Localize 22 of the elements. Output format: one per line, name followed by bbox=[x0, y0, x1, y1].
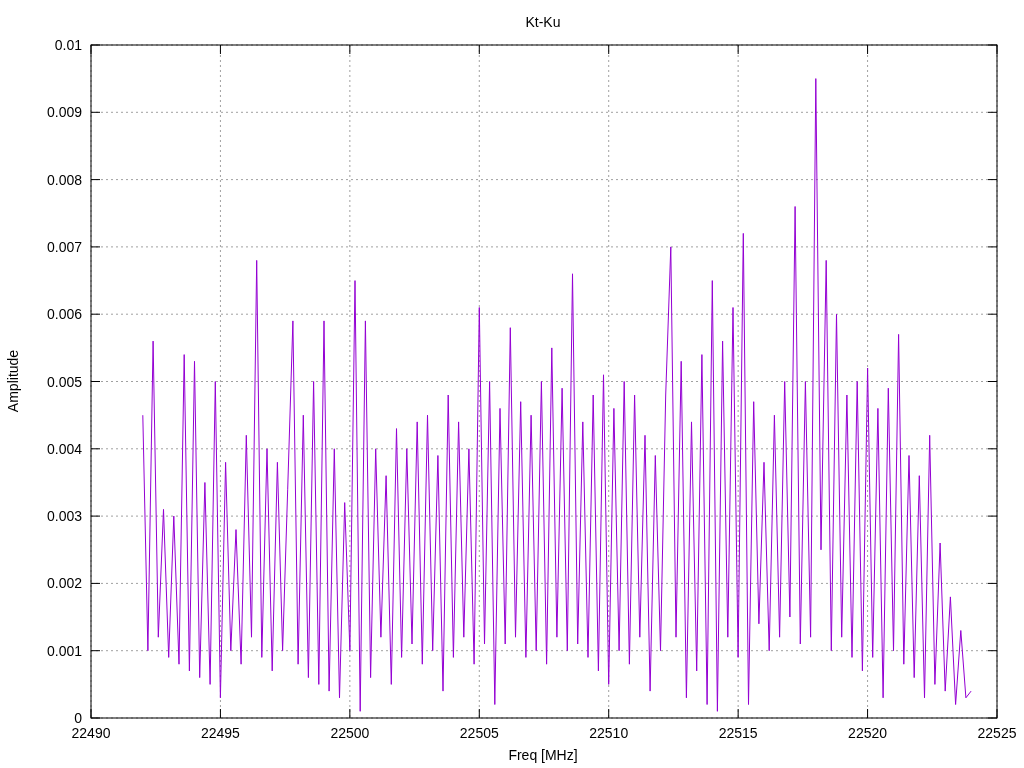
x-tick-label: 22515 bbox=[718, 725, 758, 741]
x-tick-label: 22505 bbox=[459, 725, 499, 741]
x-tick-label: 22495 bbox=[200, 725, 240, 741]
x-tick-label: 22490 bbox=[71, 725, 111, 741]
y-tick-label: 0.003 bbox=[46, 508, 82, 525]
x-tick-label: 22510 bbox=[589, 725, 629, 741]
y-tick-label: 0.009 bbox=[46, 104, 82, 121]
y-tick-label: 0.001 bbox=[46, 642, 82, 659]
y-tick-label: 0.006 bbox=[46, 306, 82, 323]
y-tick-label: 0.005 bbox=[46, 373, 82, 390]
y-tick-label: 0.004 bbox=[46, 440, 82, 457]
y-tick-label: 0.007 bbox=[46, 238, 82, 255]
x-axis-label: Freq [MHz] bbox=[508, 747, 578, 763]
y-tick-label: 0 bbox=[74, 710, 82, 726]
y-axis-label: Amplitude bbox=[5, 349, 21, 413]
y-tick-label: 0.01 bbox=[54, 37, 82, 53]
x-tick-label: 22520 bbox=[848, 725, 888, 741]
chart-title: Kt-Ku bbox=[525, 14, 561, 30]
x-tick-label: 22500 bbox=[330, 725, 370, 741]
y-tick-label: 0.008 bbox=[46, 171, 82, 188]
y-tick-label: 0.002 bbox=[46, 575, 82, 592]
x-tick-label: 22525 bbox=[977, 725, 1017, 741]
